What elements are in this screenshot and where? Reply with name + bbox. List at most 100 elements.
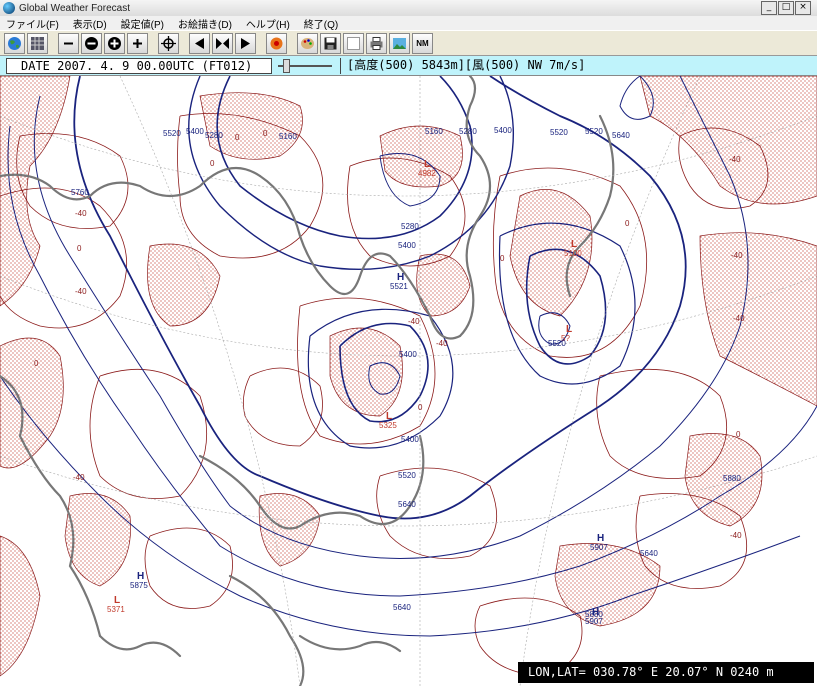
contour-label: 5640 bbox=[640, 549, 658, 558]
image-button[interactable] bbox=[389, 32, 410, 54]
globe-icon bbox=[8, 36, 21, 50]
nm-label: NM bbox=[416, 38, 429, 48]
menu-bar: ファイル(F) 表示(D) 設定値(P) お絵描き(D) ヘルプ(H) 終了(Q… bbox=[0, 16, 817, 31]
palette-button[interactable] bbox=[297, 32, 318, 54]
point-info: [高度(500) 5843m][風(500) NW 7m/s] bbox=[340, 58, 617, 74]
prev-icon bbox=[195, 37, 204, 49]
contour-label: 5640 bbox=[398, 500, 416, 509]
zoom-in-icon bbox=[108, 36, 121, 50]
zoom-in-button[interactable] bbox=[104, 32, 125, 54]
menu-file[interactable]: ファイル(F) bbox=[6, 16, 59, 31]
contour-label: 5520 bbox=[398, 471, 416, 480]
zoom-plus-button[interactable] bbox=[127, 32, 148, 54]
pressure-value: 5325 bbox=[379, 421, 397, 430]
pressure-value: 5100 bbox=[564, 249, 582, 258]
temp-label: -40 bbox=[75, 287, 87, 296]
temp-label: -40 bbox=[731, 251, 743, 260]
save-button[interactable] bbox=[320, 32, 341, 54]
menu-help[interactable]: ヘルプ(H) bbox=[246, 16, 290, 31]
contour-label: 5280 bbox=[459, 127, 477, 136]
temp-label: -40 bbox=[729, 155, 741, 164]
contour-label: 5520 bbox=[585, 127, 603, 136]
settings-icon bbox=[270, 37, 283, 49]
temp-label: 0 bbox=[500, 254, 505, 263]
nm-button[interactable]: NM bbox=[412, 32, 433, 54]
center-button[interactable] bbox=[158, 32, 179, 54]
print-button[interactable] bbox=[366, 32, 387, 54]
grid-icon bbox=[31, 36, 44, 50]
temp-label: 0 bbox=[34, 359, 39, 368]
contour-label: 5280 bbox=[205, 131, 223, 140]
temp-label: 0 bbox=[625, 219, 630, 228]
palette-icon bbox=[301, 37, 314, 49]
pressure-value: 5875 bbox=[130, 581, 148, 590]
prev-button[interactable] bbox=[189, 32, 210, 54]
blank-button[interactable] bbox=[343, 32, 364, 54]
pressure-value: 5907 bbox=[590, 543, 608, 552]
menu-draw[interactable]: お絵描き(D) bbox=[178, 16, 232, 31]
contour-label: 5640 bbox=[393, 603, 411, 612]
contour-label: 5400 bbox=[494, 126, 512, 135]
close-button[interactable]: × bbox=[795, 1, 811, 15]
contour-label: 5520 bbox=[550, 128, 568, 137]
contour-label: 5880 bbox=[723, 474, 741, 483]
status-row: DATE 2007. 4. 9 00.00UTC (FT012) [高度(500… bbox=[0, 56, 817, 76]
minimize-button[interactable]: _ bbox=[761, 1, 777, 15]
stop-icon bbox=[216, 37, 229, 49]
temp-label: 0 bbox=[736, 430, 741, 439]
contour-label: 5880 bbox=[585, 610, 603, 619]
window-title: Global Weather Forecast bbox=[19, 2, 130, 14]
contour-label: 5760 bbox=[71, 188, 89, 197]
zoom-plus-icon bbox=[133, 38, 142, 48]
save-icon bbox=[324, 37, 337, 49]
maximize-button[interactable]: □ bbox=[778, 1, 794, 15]
pressure-value: 4982 bbox=[418, 169, 436, 178]
contour-label: 5520 bbox=[548, 339, 566, 348]
zoom-out-button[interactable] bbox=[81, 32, 102, 54]
temp-label: -40 bbox=[730, 531, 742, 540]
zoom-out-icon bbox=[85, 36, 98, 50]
toolbar: NM bbox=[0, 30, 817, 56]
pressure-value: 5371 bbox=[107, 605, 125, 614]
menu-view[interactable]: 表示(D) bbox=[73, 16, 107, 31]
contour-label: 5400 bbox=[399, 350, 417, 359]
temp-label: -40 bbox=[436, 339, 448, 348]
temp-label: 0 bbox=[263, 129, 268, 138]
temp-label: -40 bbox=[408, 317, 420, 326]
contour-label: 5160 bbox=[425, 127, 443, 136]
contour-label: 5160 bbox=[279, 132, 297, 141]
contour-label: 5280 bbox=[401, 222, 419, 231]
temp-label: 0 bbox=[77, 244, 82, 253]
contour-label: 5400 bbox=[401, 435, 419, 444]
menu-quit[interactable]: 終了(Q) bbox=[304, 16, 338, 31]
pressure-value: 5521 bbox=[390, 282, 408, 291]
contour-label: 5400 bbox=[398, 241, 416, 250]
temp-label: -40 bbox=[733, 314, 745, 323]
print-icon bbox=[370, 36, 383, 50]
blank-icon bbox=[347, 36, 360, 50]
time-slider-thumb[interactable] bbox=[283, 59, 290, 73]
menu-settings[interactable]: 設定値(P) bbox=[121, 16, 164, 31]
contour-label: 5400 bbox=[186, 127, 204, 136]
contour-label: 5640 bbox=[612, 131, 630, 140]
temp-label: 0 bbox=[235, 133, 240, 142]
next-button[interactable] bbox=[235, 32, 256, 54]
next-icon bbox=[241, 37, 250, 49]
temp-label: -40 bbox=[73, 473, 85, 482]
window-controls: _ □ × bbox=[761, 1, 811, 15]
globe-button[interactable] bbox=[4, 32, 25, 54]
settings-button[interactable] bbox=[266, 32, 287, 54]
temp-label: 0 bbox=[418, 403, 423, 412]
image-icon bbox=[393, 37, 406, 49]
title-bar: Global Weather Forecast _ □ × bbox=[0, 0, 817, 17]
crosshair-icon bbox=[161, 35, 176, 51]
weather-map[interactable]: L 4982 L 5100 L 5? L 5325 L 5371 H 5521 … bbox=[0, 76, 817, 686]
coordinate-readout: LON,LAT= 030.78° E 20.07° N 0240 m bbox=[518, 662, 814, 683]
date-display: DATE 2007. 4. 9 00.00UTC (FT012) bbox=[6, 58, 272, 74]
zoom-minus-icon bbox=[64, 42, 73, 44]
zoom-minus-button[interactable] bbox=[58, 32, 79, 54]
stop-button[interactable] bbox=[212, 32, 233, 54]
contour-label: 5520 bbox=[163, 129, 181, 138]
app-globe-icon bbox=[3, 2, 15, 14]
grid-button[interactable] bbox=[27, 32, 48, 54]
